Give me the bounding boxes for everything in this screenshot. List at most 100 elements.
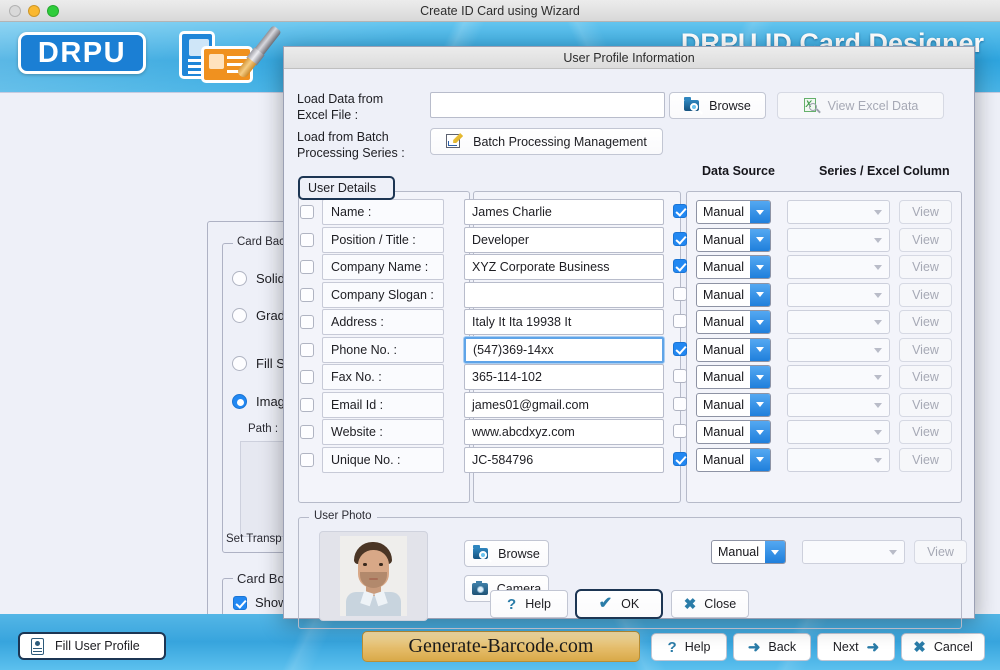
field-enable-checkbox[interactable] (673, 314, 687, 328)
field-enable-checkbox[interactable] (673, 286, 687, 301)
field-enable-checkbox[interactable] (673, 451, 687, 466)
field-data-source-select[interactable]: Manual (696, 200, 771, 224)
chevron-down-icon[interactable] (750, 201, 770, 223)
field-value-input[interactable]: james01@gmail.com (464, 391, 664, 418)
field-enable-checkbox[interactable] (673, 341, 687, 356)
field-view-button[interactable]: View (899, 227, 952, 252)
field-series-combo[interactable] (787, 392, 890, 417)
field-enable-checkbox[interactable] (673, 369, 687, 383)
chevron-down-icon[interactable] (750, 228, 770, 251)
photo-browse-button[interactable]: Browse (464, 540, 549, 567)
dialog-close-button[interactable]: ✖ Close (671, 590, 749, 618)
radio-image-indicator[interactable] (232, 394, 247, 409)
field-view-button[interactable]: View (899, 255, 952, 279)
set-transparency-label[interactable]: Set Transp (226, 533, 282, 545)
field-view-button[interactable]: View (899, 447, 952, 472)
field-select-checkbox[interactable] (300, 397, 314, 412)
field-value-input[interactable]: XYZ Corporate Business (464, 254, 664, 280)
field-series-combo[interactable] (787, 255, 890, 279)
field-series-combo[interactable] (787, 365, 890, 389)
field-data-source-select[interactable]: Manual (696, 337, 771, 362)
field-series-combo[interactable] (787, 337, 890, 362)
field-select-checkbox[interactable] (300, 370, 314, 384)
field-select-checkbox[interactable] (300, 287, 314, 302)
chevron-down-icon[interactable] (750, 393, 770, 416)
field-view-button[interactable]: View (899, 282, 952, 307)
wizard-back-button[interactable]: ➜ Back (733, 633, 811, 661)
browse-excel-button[interactable]: Browse (669, 92, 766, 119)
field-select-checkbox[interactable] (300, 260, 314, 274)
field-select-checkbox[interactable] (300, 205, 314, 219)
batch-processing-management-button[interactable]: Batch Processing Management (430, 128, 663, 155)
field-view-button[interactable]: View (899, 310, 952, 334)
field-value-input[interactable] (464, 281, 664, 308)
radio-gradient-indicator[interactable] (232, 308, 247, 323)
field-view-button[interactable]: View (899, 200, 952, 224)
field-value-input[interactable]: www.abcdxyz.com (464, 419, 664, 445)
field-value-input[interactable]: JC-584796 (464, 446, 664, 473)
field-series-combo[interactable] (787, 200, 890, 224)
field-value-input[interactable]: James Charlie (464, 199, 664, 225)
field-value-input[interactable]: (547)369-14xx (464, 336, 664, 363)
show-border-checkbox[interactable] (233, 595, 247, 610)
chevron-down-icon[interactable] (750, 421, 770, 443)
field-data-source-select[interactable]: Manual (696, 282, 771, 307)
wizard-cancel-button[interactable]: ✖ Cancel (901, 633, 985, 661)
radio-gradient[interactable]: Gradi (232, 308, 288, 323)
field-view-button[interactable]: View (899, 365, 952, 389)
field-data-source-select[interactable]: Manual (696, 447, 771, 472)
brand-button[interactable]: Generate-Barcode.com (362, 631, 640, 662)
field-data-source-select[interactable]: Manual (696, 310, 771, 334)
radio-solid-indicator[interactable] (232, 271, 247, 286)
field-view-button[interactable]: View (899, 392, 952, 417)
field-view-button[interactable]: View (899, 337, 952, 362)
field-data-source-select[interactable]: Manual (696, 420, 771, 444)
field-select-checkbox[interactable] (300, 425, 314, 439)
field-enable-checkbox[interactable] (673, 396, 687, 411)
chevron-down-icon[interactable] (750, 338, 770, 361)
field-data-source-select[interactable]: Manual (696, 392, 771, 417)
chevron-down-icon[interactable] (750, 366, 770, 388)
field-select-checkbox[interactable] (300, 232, 314, 247)
wizard-help-button[interactable]: ? Help (651, 633, 727, 661)
field-enable-checkbox[interactable] (673, 259, 687, 273)
view-excel-data-button[interactable]: X View Excel Data (777, 92, 944, 119)
field-select-checkbox[interactable] (300, 315, 314, 329)
radio-fill-style[interactable]: Fill St (232, 356, 289, 371)
photo-data-source-select[interactable]: Manual (711, 540, 786, 564)
chevron-down-icon[interactable] (750, 256, 770, 278)
chevron-down-icon[interactable] (765, 541, 785, 563)
field-value-input[interactable]: Italy It Ita 19938 It (464, 309, 664, 335)
fill-user-profile-button[interactable]: Fill User Profile (18, 632, 166, 660)
field-enable-checkbox[interactable] (673, 231, 687, 246)
excel-file-path-input[interactable] (430, 92, 665, 118)
radio-fill-style-indicator[interactable] (232, 356, 247, 371)
photo-series-combo[interactable] (802, 540, 905, 564)
field-select-checkbox[interactable] (300, 342, 314, 357)
dialog-ok-button[interactable]: ✔ OK (575, 589, 663, 619)
field-value-input[interactable]: 365-114-102 (464, 364, 664, 390)
dialog-help-button[interactable]: ? Help (490, 590, 568, 618)
tab-user-details[interactable]: User Details (298, 176, 395, 200)
radio-solid[interactable]: Solid (232, 271, 285, 286)
photo-view-button[interactable]: View (914, 540, 967, 564)
field-series-combo[interactable] (787, 310, 890, 334)
field-select-checkbox[interactable] (300, 452, 314, 467)
wizard-next-button[interactable]: Next ➜ (817, 633, 895, 661)
field-enable-checkbox[interactable] (673, 204, 687, 218)
chevron-down-icon[interactable] (750, 283, 770, 306)
field-value-input[interactable]: Developer (464, 226, 664, 253)
field-enable-checkbox[interactable] (673, 424, 687, 438)
field-data-source-select[interactable]: Manual (696, 365, 771, 389)
field-series-combo[interactable] (787, 227, 890, 252)
show-border-checkbox-row[interactable]: Show (233, 595, 288, 610)
field-data-source-select[interactable]: Manual (696, 255, 771, 279)
field-view-button[interactable]: View (899, 420, 952, 444)
chevron-down-icon[interactable] (750, 311, 770, 333)
field-series-combo[interactable] (787, 282, 890, 307)
field-series-combo[interactable] (787, 447, 890, 472)
field-data-source-select[interactable]: Manual (696, 227, 771, 252)
user-photo-frame[interactable] (319, 531, 428, 621)
field-series-combo[interactable] (787, 420, 890, 444)
chevron-down-icon[interactable] (750, 448, 770, 471)
